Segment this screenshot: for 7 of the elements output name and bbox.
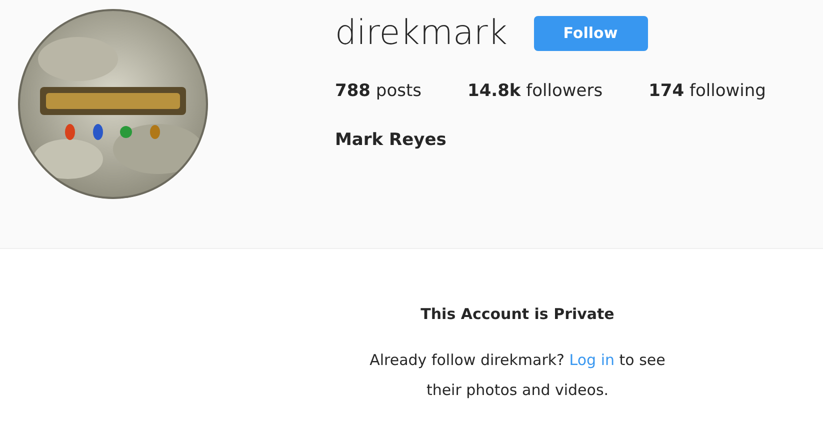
private-title: This Account is Private (420, 305, 616, 323)
stat-count[interactable]: 14.8k followers (467, 81, 603, 101)
private-message: Already follow direkmark? Log in to see their photos and videos. (368, 350, 666, 401)
username: direkmark (335, 13, 508, 53)
stat-count[interactable]: 174 following (648, 81, 766, 101)
stat-count[interactable]: 788 posts (335, 81, 422, 101)
full-name: Mark Reyes (335, 130, 448, 150)
